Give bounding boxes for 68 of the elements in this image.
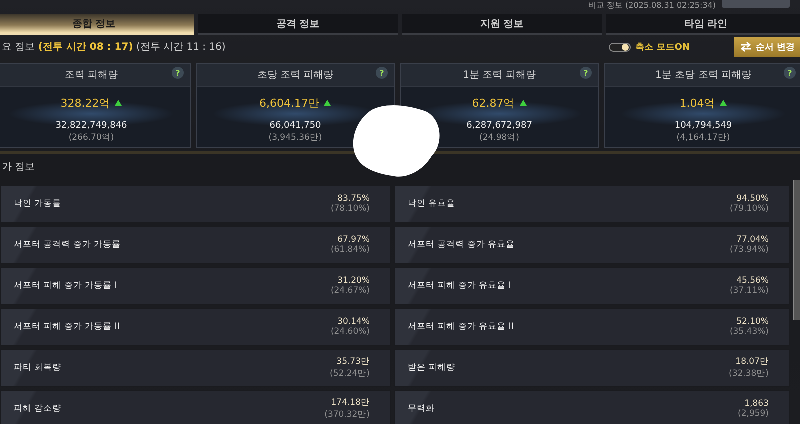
- stat-compare: (24.60%): [330, 327, 370, 337]
- stat-compare: (78.10%): [330, 204, 370, 214]
- stat-compare: (73.94%): [730, 245, 769, 255]
- stat-label: 낙인 가동률: [14, 198, 63, 210]
- card-compare: (266.70억): [68, 132, 114, 144]
- stat-value: 45.56%: [736, 276, 769, 286]
- stat-compare: (37.11%): [730, 286, 769, 296]
- card-title: 1분 조력 피해량: [463, 69, 536, 82]
- compare-info: 비교 정보 (2025.08.31 02:25:34): [588, 0, 716, 11]
- stat-value: 83.75%: [338, 194, 370, 204]
- stat-compare: (370.32만): [324, 409, 370, 421]
- stat-label: 서포터 공격력 증가 가동률: [14, 239, 122, 251]
- card-compare: (24.98억): [480, 132, 520, 144]
- toggle-switch[interactable]: [608, 42, 631, 52]
- card-value: 328.22억: [60, 96, 110, 110]
- stat-label: 피해 감소량: [14, 403, 63, 415]
- stat-compare: (24.67%): [330, 286, 370, 296]
- stat-value: 94.50%: [736, 194, 769, 204]
- stat-value: 18.07만: [736, 356, 769, 368]
- stat-compare: (52.24만): [330, 368, 370, 380]
- stat-value: 77.04%: [736, 235, 769, 245]
- scrollbar[interactable]: [793, 180, 800, 320]
- card-title: 조력 피해량: [64, 69, 118, 82]
- tab[interactable]: 타임 라인: [606, 14, 800, 35]
- help-button[interactable]: ?: [376, 67, 388, 79]
- stat-value: 1,863: [744, 399, 769, 409]
- reorder-button[interactable]: 순서 변경: [734, 37, 800, 57]
- stat-label: 서포터 공격력 증가 유효율: [408, 239, 516, 251]
- summary-title: 요 정보 (전투 시간 08 : 17) (전투 시간 11 : 16): [2, 41, 226, 54]
- card-total: 66,041,750: [270, 121, 322, 131]
- card-value: 1.04억: [680, 96, 716, 110]
- stat-label: 서포터 피해 증가 유효율 II: [408, 321, 515, 333]
- stat-value: 67.97%: [338, 235, 370, 245]
- stat-value: 174.18만: [331, 397, 370, 409]
- help-button[interactable]: ?: [172, 67, 184, 79]
- stat-value: 52.10%: [736, 317, 769, 327]
- stat-label: 서포터 피해 증가 유효율 I: [408, 280, 512, 292]
- toggle-label: 축소 모드ON: [636, 42, 690, 54]
- section-title: 가 정보: [1, 161, 36, 175]
- card-compare: (4,164.17만): [676, 132, 730, 144]
- tab[interactable]: 지원 정보: [402, 14, 602, 35]
- stat-label: 파티 회복량: [14, 362, 63, 374]
- swap-arrows-icon: [740, 42, 752, 52]
- stat-label: 서포터 피해 증가 가동률 I: [14, 280, 118, 292]
- tab[interactable]: 종합 정보: [0, 14, 194, 35]
- stat-value: 30.14%: [338, 317, 370, 327]
- stat-label: 무력화: [408, 403, 436, 415]
- card-total: 104,794,549: [674, 121, 732, 131]
- stat-value: 31.20%: [338, 276, 370, 286]
- stat-compare: (32.38만): [729, 368, 769, 380]
- card-value: 62.87억: [472, 96, 515, 110]
- help-button[interactable]: ?: [784, 67, 796, 79]
- card-total: 32,822,749,846: [56, 121, 128, 131]
- stat-label: 낙인 유효율: [408, 198, 457, 210]
- stat-compare: (79.10%): [730, 204, 769, 214]
- stat-value: 35.73만: [336, 356, 370, 368]
- card-value: 6,604.17만: [260, 96, 320, 110]
- card-total: 6,287,672,987: [466, 121, 532, 131]
- stat-label: 서포터 피해 증가 가동률 II: [14, 321, 121, 333]
- tab[interactable]: 공격 정보: [198, 14, 398, 35]
- stat-label: 받은 피해량: [408, 362, 457, 374]
- help-button[interactable]: ?: [580, 67, 592, 79]
- stat-compare: (61.84%): [330, 245, 370, 255]
- card-title: 1분 초당 조력 피해량: [656, 69, 752, 82]
- stat-compare: (2,959): [738, 409, 769, 419]
- card-title: 초당 조력 피해량: [257, 69, 334, 82]
- stat-compare: (35.43%): [730, 327, 769, 337]
- card-compare: (3,945.36만): [268, 132, 322, 144]
